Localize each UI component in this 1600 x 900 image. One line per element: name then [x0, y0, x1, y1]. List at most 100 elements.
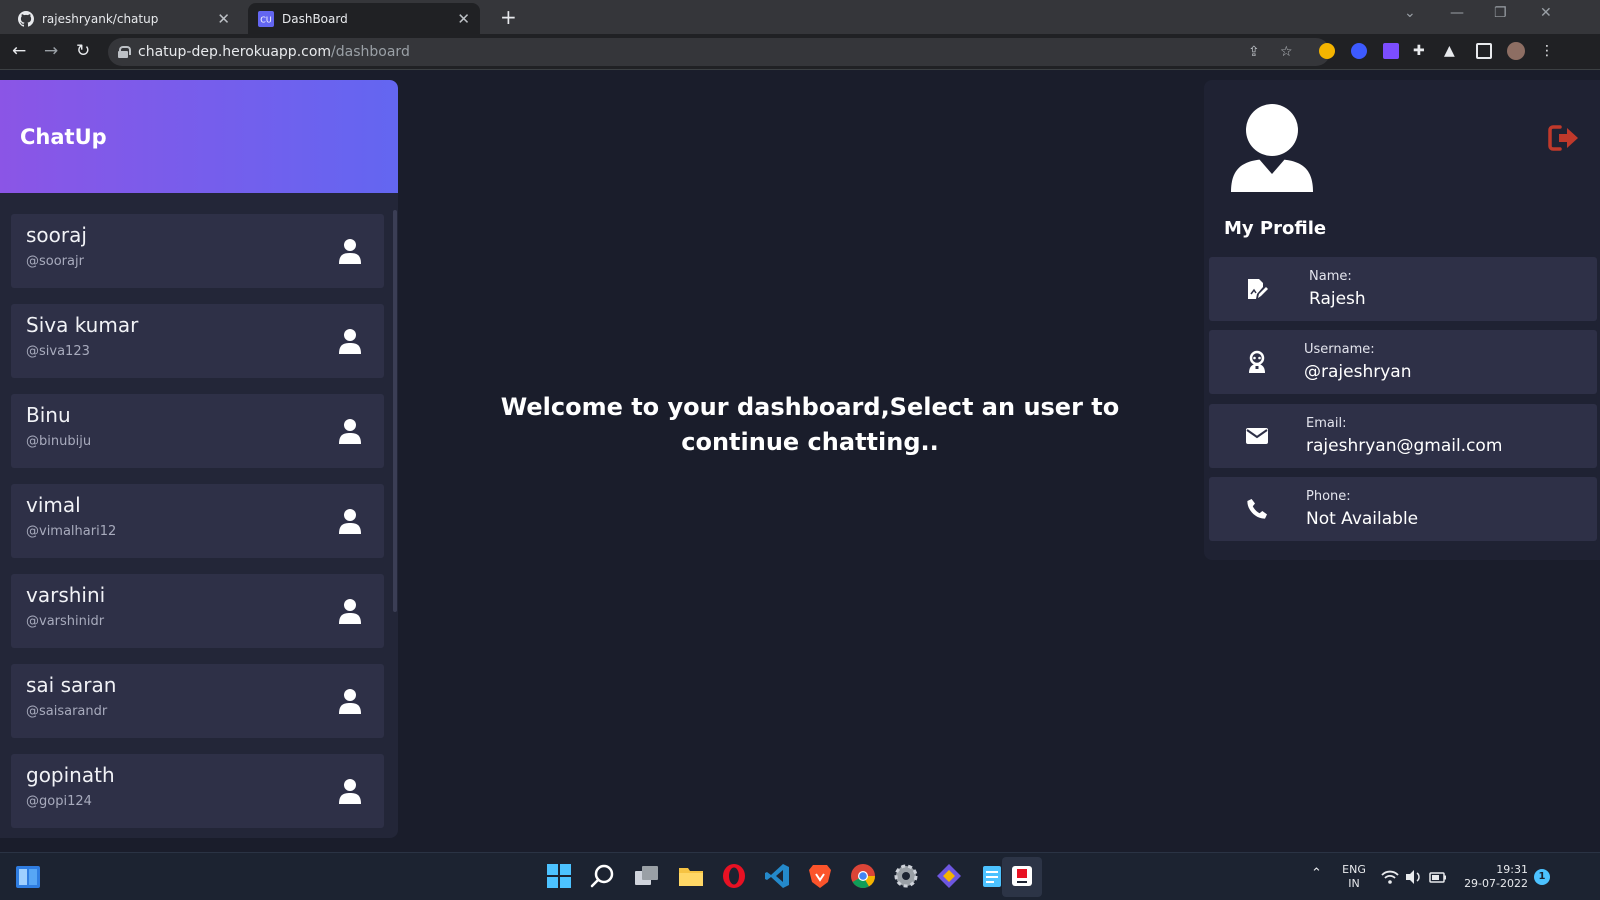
minimize-icon[interactable]: —	[1450, 5, 1464, 21]
user-name: gopinath	[26, 763, 115, 787]
browser-tab-dashboard[interactable]: CU DashBoard ✕	[248, 3, 480, 34]
brand-header: ChatUp	[0, 80, 398, 193]
tab-label: rajeshryank/chatup	[42, 11, 159, 26]
contacts-sidebar: ChatUp sooraj @soorajr Siva kumar @siva1…	[0, 80, 398, 838]
user-icon	[339, 509, 361, 534]
user-icon	[339, 689, 361, 714]
new-tab-button[interactable]: +	[500, 6, 517, 28]
edit-document-icon	[1248, 279, 1268, 299]
github-icon	[18, 10, 34, 27]
address-bar[interactable]: chatup-dep.herokuapp.com/dashboard ⇪ ☆	[108, 38, 1330, 66]
task-view-icon[interactable]	[634, 863, 660, 889]
labs-flask-icon[interactable]: ▲	[1444, 43, 1460, 59]
envelope-icon	[1246, 428, 1268, 444]
lock-icon[interactable]	[118, 46, 131, 58]
user-card[interactable]: sai saran @saisarandr	[11, 664, 384, 738]
user-icon	[339, 329, 361, 354]
git-tool-icon[interactable]	[936, 863, 962, 889]
user-card[interactable]: Siva kumar @siva123	[11, 304, 384, 378]
profile-title: My Profile	[1224, 218, 1327, 239]
field-value: Not Available	[1306, 509, 1419, 529]
profile-phone-field: Phone: Not Available	[1209, 477, 1597, 541]
widgets-icon[interactable]	[15, 864, 41, 890]
phone-icon	[1247, 499, 1267, 519]
close-tab-icon[interactable]: ✕	[457, 10, 470, 28]
search-icon[interactable]	[590, 863, 616, 889]
bookmark-star-icon[interactable]: ☆	[1280, 44, 1293, 60]
user-badge-icon	[1249, 350, 1265, 373]
wifi-icon[interactable]	[1381, 869, 1399, 885]
close-window-icon[interactable]: ✕	[1540, 5, 1552, 21]
field-label: Email:	[1306, 416, 1347, 431]
profile-name-field: Name: Rajesh	[1209, 257, 1597, 321]
user-card[interactable]: varshini @varshinidr	[11, 574, 384, 648]
chatup-dashboard: ChatUp sooraj @soorajr Siva kumar @siva1…	[0, 70, 1600, 852]
user-name: sai saran	[26, 673, 117, 697]
profile-username-field: Username: @rajeshryan	[1209, 330, 1597, 394]
back-icon[interactable]: ←	[12, 42, 26, 60]
clock[interactable]: 19:31 29-07-2022	[1454, 863, 1528, 891]
welcome-message: Welcome to your dashboard,Select an user…	[500, 393, 1120, 456]
windows-start-icon[interactable]	[546, 863, 572, 889]
browser-tab-strip: rajeshryank/chatup ✕ CU DashBoard ✕ + ⌄ …	[0, 0, 1600, 34]
user-icon	[339, 419, 361, 444]
extension-chrome-icon[interactable]	[1319, 43, 1335, 59]
tab-label: DashBoard	[282, 11, 348, 26]
file-explorer-icon[interactable]	[678, 863, 704, 889]
user-card[interactable]: gopinath @gopi124	[11, 754, 384, 828]
extension-color-icon[interactable]	[1383, 43, 1399, 59]
user-card[interactable]: vimal @vimalhari12	[11, 484, 384, 558]
settings-gear-icon[interactable]	[893, 863, 919, 889]
profile-avatar-icon	[1231, 104, 1313, 192]
reload-icon[interactable]: ↻	[76, 42, 90, 60]
close-tab-icon[interactable]: ✕	[217, 10, 230, 28]
user-card[interactable]: Binu @binubiju	[11, 394, 384, 468]
url-path: /dashboard	[331, 44, 410, 60]
tab-search-icon[interactable]: ⌄	[1404, 5, 1416, 21]
battery-icon[interactable]	[1429, 869, 1447, 885]
user-handle: @gopi124	[26, 794, 92, 809]
profile-email-field: Email: rajeshryan@gmail.com	[1209, 404, 1597, 468]
brave-browser-icon[interactable]	[807, 863, 833, 889]
user-icon	[339, 779, 361, 804]
sidebar-scrollbar[interactable]	[393, 210, 397, 612]
opera-browser-icon[interactable]	[721, 863, 747, 889]
chrome-dev-icon[interactable]	[850, 863, 876, 889]
side-panel-icon[interactable]	[1476, 43, 1492, 59]
volume-icon[interactable]	[1405, 869, 1423, 885]
profile-avatar-icon[interactable]	[1507, 42, 1525, 60]
cu-favicon-icon: CU	[258, 10, 274, 27]
share-icon[interactable]: ⇪	[1248, 44, 1260, 60]
user-handle: @soorajr	[26, 254, 84, 269]
extension-vpn-icon[interactable]	[1351, 43, 1367, 59]
user-handle: @siva123	[26, 344, 90, 359]
language-indicator[interactable]: ENG IN	[1338, 863, 1370, 891]
browser-tab-github[interactable]: rajeshryank/chatup ✕	[8, 3, 240, 34]
user-card[interactable]: sooraj @soorajr	[11, 214, 384, 288]
url-host: chatup-dep.herokuapp.com	[138, 44, 332, 60]
field-value: @rajeshryan	[1304, 362, 1412, 382]
logout-icon[interactable]	[1548, 124, 1580, 152]
notification-badge[interactable]: 1	[1534, 869, 1550, 885]
user-handle: @binubiju	[26, 434, 92, 449]
user-icon	[339, 599, 361, 624]
user-name: varshini	[26, 583, 106, 607]
forward-icon[interactable]: →	[44, 42, 58, 60]
extensions-puzzle-icon[interactable]: ✚	[1413, 43, 1429, 59]
field-label: Name:	[1309, 269, 1352, 284]
snipping-tool-icon[interactable]	[1009, 863, 1035, 889]
vscode-icon[interactable]	[764, 863, 790, 889]
brand-logo-text: ChatUp	[20, 124, 107, 149]
user-icon	[339, 239, 361, 264]
windows-taskbar: ⌃ ENG IN 19:31 29-07-2022 1	[0, 852, 1600, 900]
clock-time: 19:31	[1496, 863, 1528, 876]
more-menu-icon[interactable]: ⋮	[1540, 43, 1556, 59]
field-label: Phone:	[1306, 489, 1351, 504]
clock-date: 29-07-2022	[1464, 877, 1528, 890]
user-name: Siva kumar	[26, 313, 139, 337]
restore-icon[interactable]: ❐	[1494, 5, 1507, 21]
user-name: sooraj	[26, 223, 87, 247]
show-hidden-icons-icon[interactable]: ⌃	[1311, 866, 1322, 881]
user-handle: @saisarandr	[26, 704, 108, 719]
language-code: ENG	[1342, 863, 1366, 876]
